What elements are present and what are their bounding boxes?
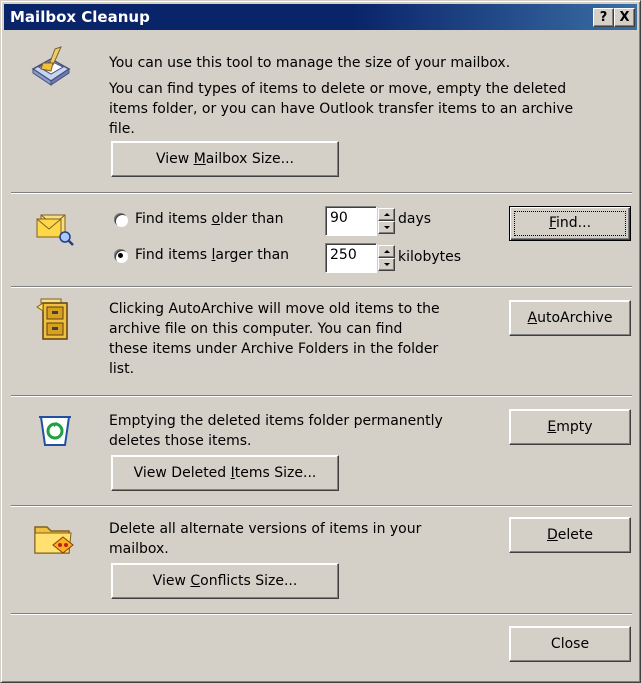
older-than-spinner[interactable] [378, 206, 395, 236]
spin-down-icon [384, 263, 390, 266]
empty-accel: E [547, 419, 557, 435]
archive-line1: Clicking AutoArchive will move old items… [109, 301, 440, 317]
older-than-unit: days [398, 211, 432, 227]
view-deleted-pre: View Deleted [133, 465, 231, 481]
close-window-button[interactable]: X [614, 8, 635, 27]
delete-button[interactable]: Delete [509, 517, 631, 553]
empty-button[interactable]: Empty [509, 409, 631, 445]
view-conflicts-size-button[interactable]: View Conflicts Size... [111, 563, 339, 599]
intro-line2c: file. [109, 121, 135, 137]
spin-up-icon [384, 213, 390, 216]
separator-4 [11, 505, 632, 507]
deleted-line2: deletes those items. [109, 433, 252, 449]
deleted-line1: Emptying the deleted items folder perman… [109, 413, 443, 429]
larger-than-radio[interactable] [114, 249, 127, 262]
intro-line2b: items folder, or you can have Outlook tr… [109, 101, 574, 117]
conflicts-line1: Delete all alternate versions of items i… [109, 521, 422, 537]
archive-line4: list. [109, 361, 135, 377]
view-deleted-post: tems Size... [234, 465, 317, 481]
older-than-spin-down[interactable] [378, 221, 395, 234]
archive-line3: these items under Archive Folders in the… [109, 341, 439, 357]
empty-post: mpty [556, 419, 593, 435]
older-than-pre: Find items [135, 211, 212, 227]
separator-3 [11, 395, 632, 397]
intro-line2a: You can find types of items to delete or… [109, 81, 567, 97]
intro-line1: You can use this tool to manage the size… [109, 55, 511, 71]
larger-than-spin-up[interactable] [378, 245, 395, 258]
autoarchive-button[interactable]: AutoArchive [509, 300, 631, 336]
larger-than-unit: kilobytes [398, 249, 462, 265]
mailbox-cleanup-dialog: Mailbox Cleanup ? X You can use this too… [0, 0, 641, 683]
view-conflicts-accel: C [190, 573, 201, 589]
archive-cabinet-icon [36, 298, 68, 340]
view-mailbox-size-pre: View [156, 151, 194, 167]
older-than-input[interactable]: 90 [325, 206, 377, 236]
older-than-label[interactable]: Find items older than [135, 209, 284, 229]
separator-5 [11, 613, 632, 615]
window-title: Mailbox Cleanup [10, 8, 150, 26]
view-conflicts-pre: View [152, 573, 191, 589]
delete-accel: D [547, 527, 558, 543]
larger-than-input[interactable]: 250 [325, 243, 377, 273]
close-button[interactable]: Close [509, 626, 631, 662]
mailbox-cleanup-icon [31, 46, 71, 86]
find-button[interactable]: Find... [509, 206, 631, 241]
spin-up-icon [384, 250, 390, 253]
view-deleted-items-size-button[interactable]: View Deleted Items Size... [111, 455, 339, 491]
older-than-spin-up[interactable] [378, 208, 395, 221]
larger-than-spin-down[interactable] [378, 258, 395, 271]
conflicts-line2: mailbox. [109, 541, 169, 557]
conflicts-folder-icon [34, 526, 74, 554]
larger-than-post: arger than [215, 247, 290, 263]
archive-line2: archive file on this computer. You can f… [109, 321, 403, 337]
view-mailbox-size-accel: M [193, 151, 206, 167]
older-than-accel: o [211, 211, 221, 227]
delete-post: elete [557, 527, 593, 543]
older-than-post: lder than [220, 211, 284, 227]
larger-than-label[interactable]: Find items larger than [135, 245, 289, 265]
help-button[interactable]: ? [593, 8, 614, 27]
larger-than-spinner[interactable] [378, 243, 395, 273]
larger-than-pre: Find items [135, 247, 212, 263]
autoarchive-accel: A [527, 310, 538, 326]
view-mailbox-size-post: ailbox Size... [205, 151, 294, 167]
radio-selected-dot [118, 253, 123, 258]
spin-down-icon [384, 226, 390, 229]
older-than-radio[interactable] [114, 213, 127, 226]
autoarchive-post: utoArchive [537, 310, 613, 326]
separator-1 [11, 192, 632, 194]
recycle-bin-icon [39, 416, 71, 446]
find-items-icon [36, 214, 74, 246]
separator-2 [11, 286, 632, 288]
view-conflicts-post: onflicts Size... [200, 573, 298, 589]
view-mailbox-size-button[interactable]: View Mailbox Size... [111, 141, 339, 177]
title-bar[interactable]: Mailbox Cleanup ? X [4, 4, 637, 30]
focus-rectangle [514, 211, 626, 236]
